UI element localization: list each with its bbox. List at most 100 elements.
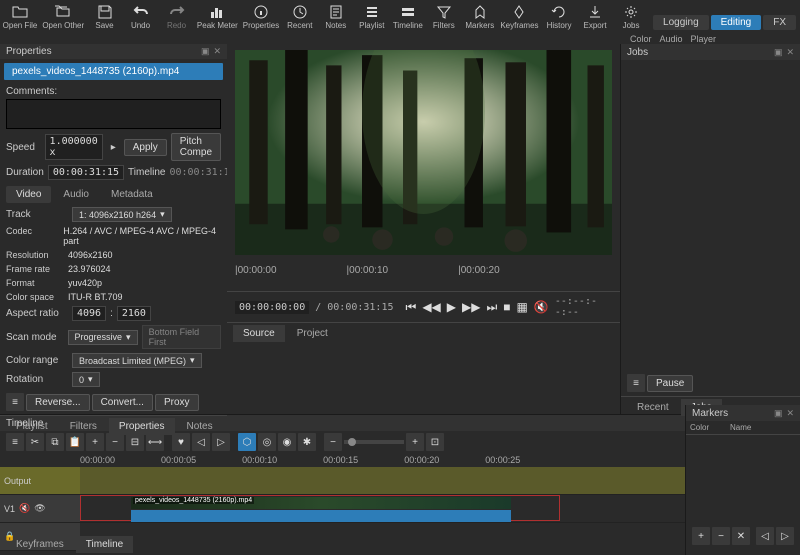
tl-menu-icon[interactable]: ≡	[6, 433, 24, 451]
mk-add-icon[interactable]: +	[692, 527, 710, 545]
mode-fx[interactable]: FX	[763, 15, 796, 30]
remove-icon[interactable]: −	[106, 433, 124, 451]
mk-clear-icon[interactable]: ✕	[732, 527, 750, 545]
resolution-value: 4096x2160	[68, 250, 113, 260]
append-icon[interactable]: +	[86, 433, 104, 451]
prev-marker-icon[interactable]: ◁	[192, 433, 210, 451]
redo-button[interactable]: Redo	[163, 4, 191, 30]
preview-ruler[interactable]: |00:00:00 |00:00:10 |00:00:20	[227, 261, 620, 291]
export-button[interactable]: Export	[581, 4, 609, 30]
timeline-button[interactable]: Timeline	[394, 4, 422, 30]
snap-icon[interactable]: ⬡	[238, 433, 256, 451]
tab-audio[interactable]: Audio	[53, 186, 99, 203]
mute-icon[interactable]: 🔇	[534, 300, 549, 314]
ruler-tick: |00:00:20	[458, 265, 500, 276]
current-timecode[interactable]: 00:00:00:00	[235, 301, 309, 314]
close-icon[interactable]: ✕	[213, 46, 221, 57]
menu-icon[interactable]: ≡	[627, 374, 645, 392]
framerate-value: 23.976024	[68, 264, 111, 274]
jobs-button[interactable]: Jobs	[617, 4, 645, 30]
tab-recent[interactable]: Recent	[627, 399, 679, 416]
mode-editing[interactable]: Editing	[711, 15, 762, 30]
v1-track-header[interactable]: V1 🔇 👁	[0, 495, 80, 523]
video-clip[interactable]: pexels_videos_1448735 (2160p).mp4	[80, 495, 560, 521]
split-icon[interactable]: ⟷	[146, 433, 164, 451]
save-button[interactable]: Save	[91, 4, 119, 30]
speed-input[interactable]: 1.000000 x	[45, 134, 103, 160]
zoom-fit-icon[interactable]: ⊡	[426, 433, 444, 451]
pitch-button[interactable]: Pitch Compe	[171, 133, 221, 161]
zoom-in-icon[interactable]: +	[406, 433, 424, 451]
submode-audio[interactable]: Audio	[660, 34, 683, 44]
tab-video[interactable]: Video	[6, 186, 51, 203]
next-marker-icon[interactable]: ▷	[212, 433, 230, 451]
clip-filename[interactable]: pexels_videos_1448735 (2160p).mp4	[4, 63, 223, 80]
tab-timeline[interactable]: Timeline	[76, 536, 133, 553]
close-icon[interactable]: ✕	[786, 47, 794, 58]
pause-button[interactable]: Pause	[647, 375, 693, 392]
skip-start-icon[interactable]: ⏮	[406, 300, 417, 315]
mute-icon[interactable]: 🔇	[19, 503, 30, 514]
convert-button[interactable]: Convert...	[92, 394, 153, 411]
aspect-w-input[interactable]: 4096	[72, 306, 106, 321]
skip-end-icon[interactable]: ⏭	[486, 300, 497, 315]
submode-player[interactable]: Player	[691, 34, 717, 44]
mk-prev-icon[interactable]: ◁	[756, 527, 774, 545]
markers-button[interactable]: Markers	[466, 4, 494, 30]
toggle-icon[interactable]: ■	[503, 300, 510, 314]
output-track-header[interactable]: Output	[0, 467, 80, 495]
playlist-button[interactable]: Playlist	[358, 4, 386, 30]
grid-icon[interactable]: ▦	[517, 300, 528, 314]
comments-input[interactable]	[6, 99, 221, 129]
rewind-icon[interactable]: ◀◀	[422, 300, 440, 314]
track-dropdown[interactable]: 1: 4096x2160 h264 ▾	[72, 207, 172, 222]
undo-button[interactable]: Undo	[127, 4, 155, 30]
ripple-icon[interactable]: ◉	[278, 433, 296, 451]
notes-button[interactable]: Notes	[322, 4, 350, 30]
undock-icon[interactable]: ▣	[774, 408, 783, 419]
recent-button[interactable]: Recent	[286, 4, 314, 30]
undock-icon[interactable]: ▣	[201, 46, 210, 57]
marker-add-icon[interactable]: ♥	[172, 433, 190, 451]
tab-keyframes[interactable]: Keyframes	[6, 536, 74, 553]
hamburger-icon[interactable]: ≡	[6, 393, 24, 411]
colorrange-dropdown[interactable]: Broadcast Limited (MPEG) ▾	[72, 353, 202, 368]
history-button[interactable]: History	[545, 4, 573, 30]
close-icon[interactable]: ✕	[786, 408, 794, 419]
mk-remove-icon[interactable]: −	[712, 527, 730, 545]
zoom-out-icon[interactable]: −	[324, 433, 342, 451]
mode-logging[interactable]: Logging	[653, 15, 709, 30]
cut-icon[interactable]: ✂	[26, 433, 44, 451]
rotation-dropdown[interactable]: 0 ▾	[72, 372, 100, 387]
fastfwd-icon[interactable]: ▶▶	[462, 300, 480, 314]
tab-project[interactable]: Project	[287, 325, 338, 342]
tab-metadata[interactable]: Metadata	[101, 186, 163, 203]
eye-icon[interactable]: 👁	[34, 503, 45, 514]
aspect-h-input[interactable]: 2160	[117, 306, 151, 321]
ripple-all-icon[interactable]: ✱	[298, 433, 316, 451]
overwrite-icon[interactable]: ⊟	[126, 433, 144, 451]
video-preview[interactable]	[235, 50, 612, 255]
properties-button[interactable]: Properties	[244, 4, 278, 30]
scrub-icon[interactable]: ◎	[258, 433, 276, 451]
scanmode-dropdown[interactable]: Progressive ▾	[68, 330, 138, 345]
tab-source[interactable]: Source	[233, 325, 285, 342]
filters-button[interactable]: Filters	[430, 4, 458, 30]
play-icon[interactable]: ▶	[447, 300, 456, 314]
paste-icon[interactable]: 📋	[66, 433, 84, 451]
open-file-button[interactable]: Open File	[4, 4, 36, 30]
undock-icon[interactable]: ▣	[774, 47, 783, 58]
zoom-slider[interactable]	[344, 440, 404, 444]
copy-icon[interactable]: ⧉	[46, 433, 64, 451]
proxy-button[interactable]: Proxy	[155, 394, 199, 411]
keyframes-button[interactable]: Keyframes	[502, 4, 537, 30]
comments-label: Comments:	[6, 86, 221, 97]
open-other-button[interactable]: Open Other	[44, 4, 83, 30]
apply-button[interactable]: Apply	[124, 139, 167, 156]
submode-color[interactable]: Color	[630, 34, 652, 44]
timeline-ruler[interactable]: 00:00:00 00:00:05 00:00:10 00:00:15 00:0…	[0, 453, 800, 467]
speed-spinner[interactable]: ▸	[107, 141, 120, 154]
reverse-button[interactable]: Reverse...	[26, 394, 90, 411]
peak-meter-button[interactable]: Peak Meter	[199, 4, 237, 30]
mk-next-icon[interactable]: ▷	[776, 527, 794, 545]
